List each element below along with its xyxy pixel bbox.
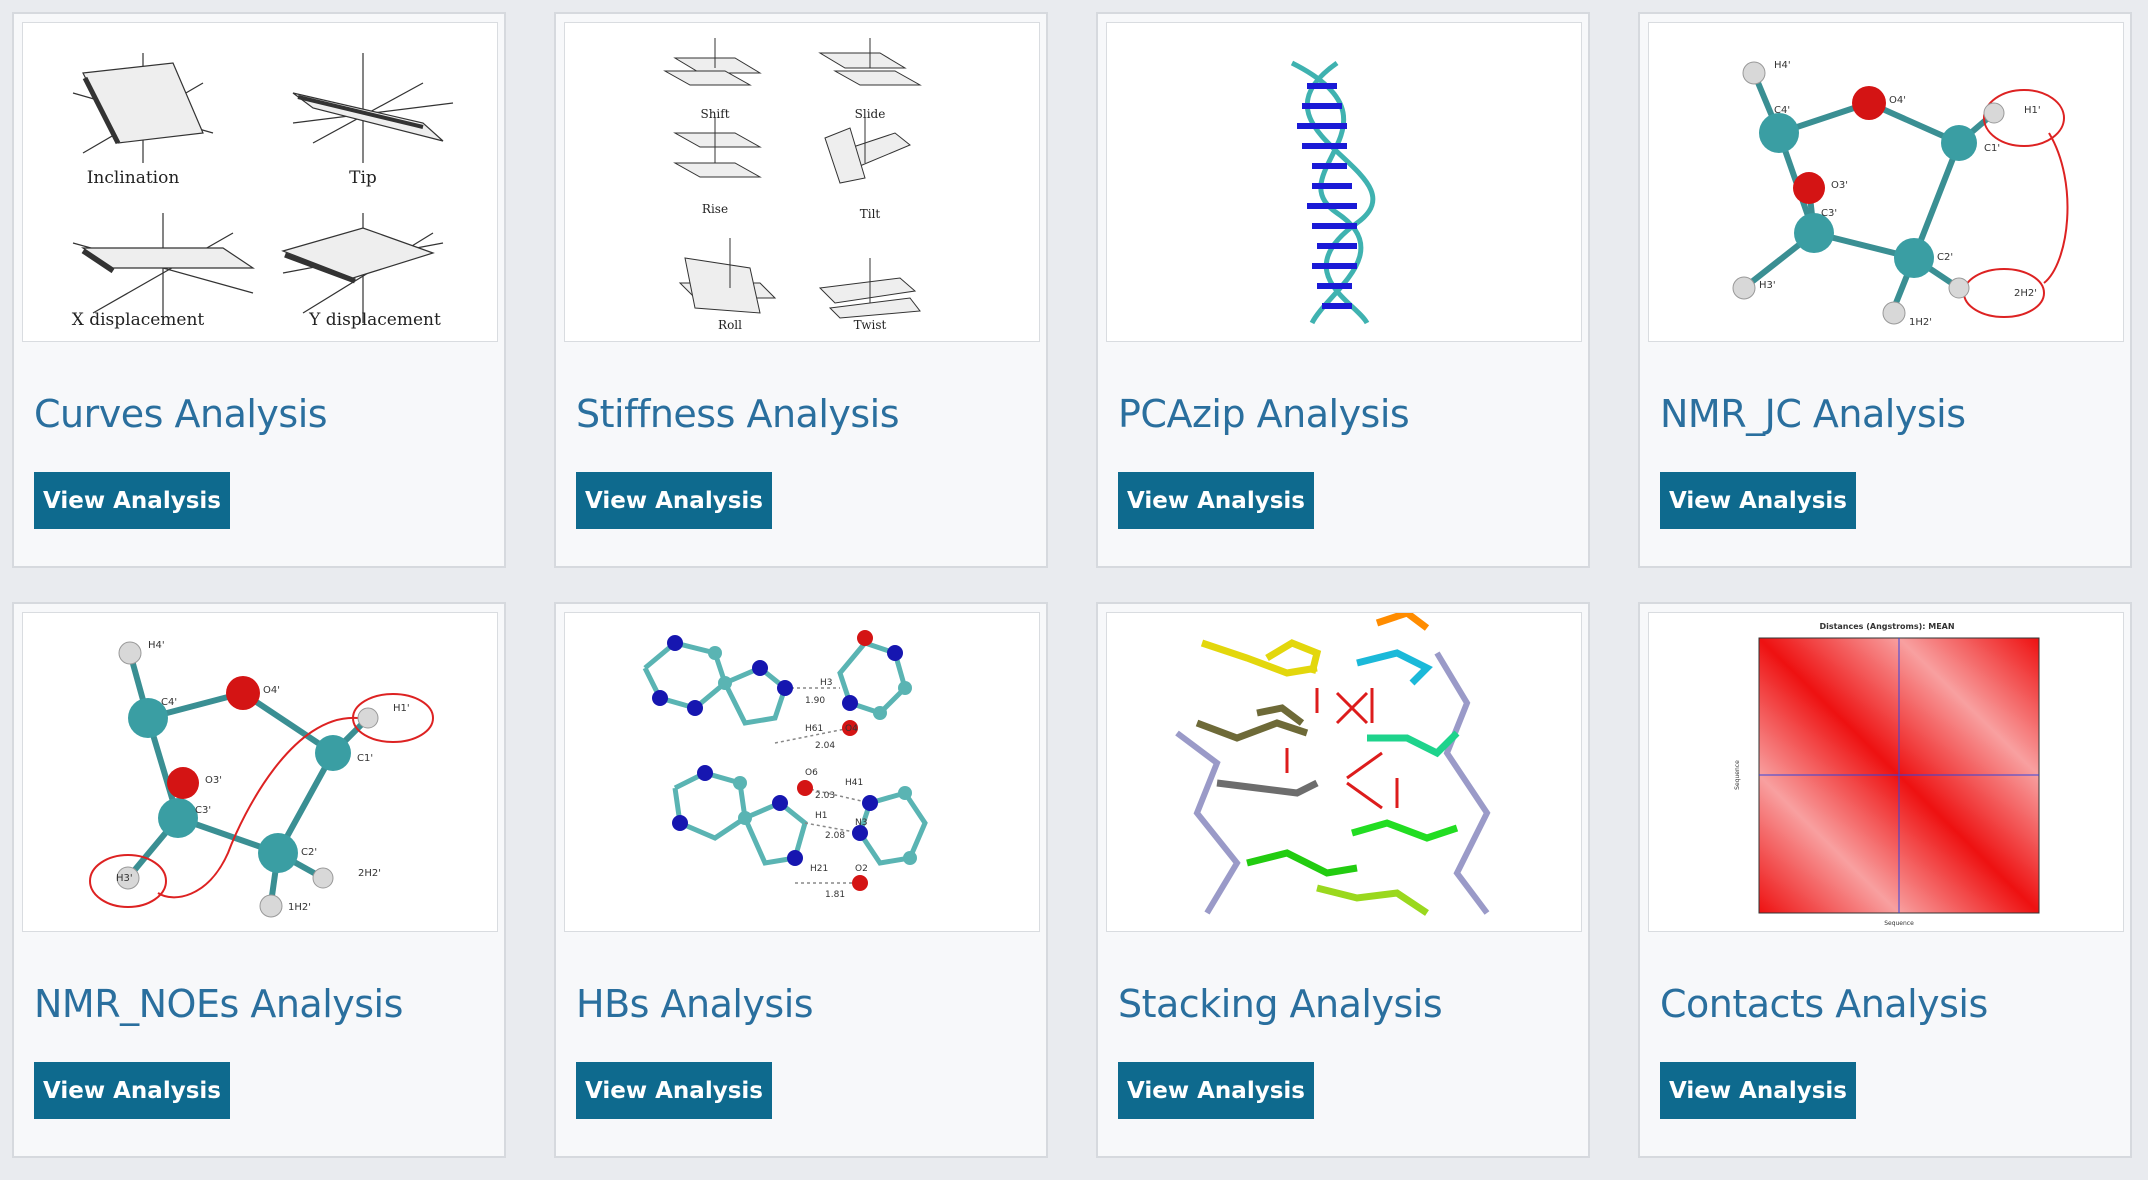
view-analysis-button[interactable]: View Analysis (576, 1062, 772, 1119)
card-title: HBs Analysis (576, 982, 814, 1026)
stiffness-thumbnail: Shift Slide Rise Tilt Roll Twist (564, 22, 1040, 342)
atom-label: C1' (357, 753, 373, 764)
card-stacking: Stacking Analysis View Analysis (1096, 602, 1590, 1158)
dna-helix-image (1290, 60, 1376, 325)
atom-label: C4' (1774, 105, 1790, 116)
shift-label: Shift (700, 107, 729, 121)
hbond-label: H3 (820, 678, 833, 688)
tip-label: Tip (349, 168, 377, 188)
slide-label: Slide (855, 107, 886, 121)
contacts-thumbnail: Distances (Angstroms): MEAN Sequence Seq… (1648, 612, 2124, 932)
y-displacement-label: Y displacement (308, 310, 441, 330)
atom-label: C1' (1984, 143, 2000, 154)
analysis-grid: Inclination Tip X displacement Y displac… (0, 0, 2148, 1180)
atom-label: O3' (205, 775, 222, 786)
view-analysis-button[interactable]: View Analysis (34, 472, 230, 529)
atom-label: H1' (2024, 105, 2041, 116)
stacking-thumbnail (1106, 612, 1582, 932)
twist-label: Twist (854, 318, 887, 332)
card-title: Curves Analysis (34, 392, 328, 436)
stiffness-diagram: Shift Slide Rise Tilt Roll Twist (663, 38, 922, 332)
atom-label: C2' (301, 847, 317, 858)
x-displacement-label: X displacement (72, 310, 205, 330)
hbond-label: H1 (815, 811, 828, 821)
atom-label: O4' (263, 685, 280, 696)
card-title: NMR_JC Analysis (1660, 392, 1966, 436)
hbond-label: 2.03 (815, 791, 835, 801)
atom-label: O3' (1831, 180, 1848, 191)
view-analysis-button[interactable]: View Analysis (1118, 1062, 1314, 1119)
heatmap-xlabel: Sequence (1884, 920, 1914, 927)
hbond-label: O2 (855, 864, 868, 874)
rise-label: Rise (702, 202, 728, 216)
hbs-molecule: H3 1.90 H61 O4 2.04 O6 H41 2.03 H1 N3 2.… (642, 630, 928, 900)
card-title: Stiffness Analysis (576, 392, 900, 436)
atom-label: H3' (1759, 280, 1776, 291)
card-title: PCAzip Analysis (1118, 392, 1410, 436)
curves-diagram: Inclination Tip X displacement Y displac… (72, 53, 454, 330)
atom-label: 1H2' (288, 902, 311, 913)
atom-label: H3' (116, 873, 133, 884)
hbond-label: H41 (845, 778, 863, 788)
tilt-label: Tilt (860, 207, 881, 221)
contacts-heatmap: Distances (Angstroms): MEAN Sequence Seq… (1734, 622, 2040, 927)
atom-label: C2' (1937, 252, 1953, 263)
atom-label: 2H2' (2014, 288, 2037, 299)
heatmap-ylabel: Sequence (1734, 760, 1741, 790)
hbond-label: 2.04 (815, 741, 835, 751)
heatmap-title: Distances (Angstroms): MEAN (1819, 622, 1954, 631)
card-stiffness: Shift Slide Rise Tilt Roll Twist Stiffne… (554, 12, 1048, 568)
atom-label: 2H2' (358, 868, 381, 879)
nmr-noes-molecule: H4' C4' O4' H1' C1' O3' C3' C2' 2H2' H3'… (89, 640, 434, 918)
card-title: Stacking Analysis (1118, 982, 1443, 1026)
atom-label: H4' (148, 640, 165, 651)
nmr-noes-thumbnail: H4' C4' O4' H1' C1' O3' C3' C2' 2H2' H3'… (22, 612, 498, 932)
view-analysis-button[interactable]: View Analysis (576, 472, 772, 529)
view-analysis-button[interactable]: View Analysis (1118, 472, 1314, 529)
nmr-jc-thumbnail: H4' C4' O4' H1' C1' O3' C3' C2' 2H2' H3'… (1648, 22, 2124, 342)
stacking-image (1175, 613, 1491, 916)
pcazip-thumbnail (1106, 22, 1582, 342)
card-nmr-noes: H4' C4' O4' H1' C1' O3' C3' C2' 2H2' H3'… (12, 602, 506, 1158)
atom-label: C4' (161, 697, 177, 708)
hbond-label: N3 (855, 818, 867, 828)
hbond-label: H21 (810, 864, 828, 874)
hbond-label: H61 (805, 724, 823, 734)
view-analysis-button[interactable]: View Analysis (1660, 472, 1856, 529)
view-analysis-button[interactable]: View Analysis (34, 1062, 230, 1119)
atom-label: C3' (195, 805, 211, 816)
hbond-label: O4 (845, 724, 858, 734)
hbs-thumbnail: H3 1.90 H61 O4 2.04 O6 H41 2.03 H1 N3 2.… (564, 612, 1040, 932)
curves-thumbnail: Inclination Tip X displacement Y displac… (22, 22, 498, 342)
card-contacts: Distances (Angstroms): MEAN Sequence Seq… (1638, 602, 2132, 1158)
card-curves: Inclination Tip X displacement Y displac… (12, 12, 506, 568)
atom-label: C3' (1821, 208, 1837, 219)
atom-label: 1H2' (1909, 317, 1932, 328)
nmr-jc-molecule: H4' C4' O4' H1' C1' O3' C3' C2' 2H2' H3'… (1732, 60, 2069, 328)
hbond-label: 1.81 (825, 890, 845, 900)
atom-label: H1' (393, 703, 410, 714)
hbond-label: 2.08 (825, 831, 845, 841)
card-nmr-jc: H4' C4' O4' H1' C1' O3' C3' C2' 2H2' H3'… (1638, 12, 2132, 568)
hbond-label: 1.90 (805, 696, 825, 706)
card-pcazip: PCAzip Analysis View Analysis (1096, 12, 1590, 568)
atom-label: O4' (1889, 95, 1906, 106)
card-hbs: H3 1.90 H61 O4 2.04 O6 H41 2.03 H1 N3 2.… (554, 602, 1048, 1158)
atom-label: H4' (1774, 60, 1791, 71)
view-analysis-button[interactable]: View Analysis (1660, 1062, 1856, 1119)
card-title: NMR_NOEs Analysis (34, 982, 403, 1026)
hbond-label: O6 (805, 768, 818, 778)
inclination-label: Inclination (87, 168, 180, 188)
roll-label: Roll (718, 318, 742, 332)
card-title: Contacts Analysis (1660, 982, 1988, 1026)
